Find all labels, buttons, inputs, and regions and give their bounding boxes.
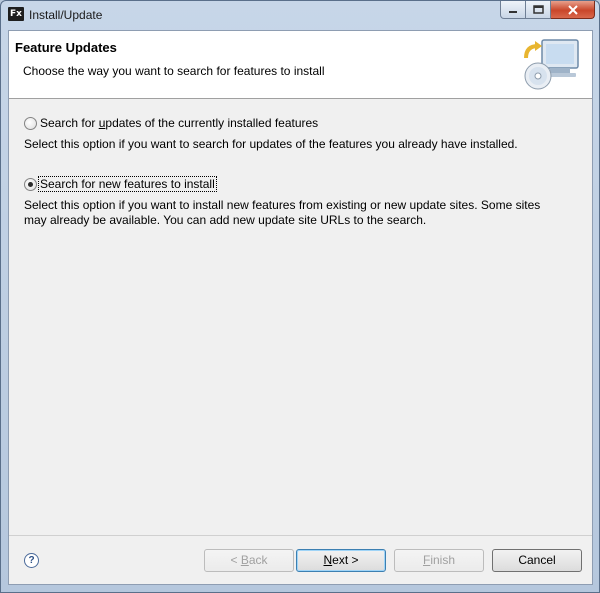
search-new-features-radio[interactable]	[24, 178, 37, 191]
minimize-icon	[509, 10, 517, 13]
title-bar[interactable]: Fx Install/Update	[1, 1, 599, 29]
search-new-features-description: Select this option if you want to instal…	[24, 198, 541, 227]
page-title: Feature Updates	[15, 40, 117, 55]
window-title: Install/Update	[29, 8, 103, 22]
cancel-button[interactable]: Cancel	[492, 549, 582, 572]
window-controls	[500, 1, 595, 21]
install-update-dialog: Fx Install/Update Feature Updates Choose…	[0, 0, 600, 593]
search-updates-description: Select this option if you want to search…	[24, 137, 518, 151]
dialog-content: Feature Updates Choose the way you want …	[8, 30, 593, 585]
page-description: Choose the way you want to search for fe…	[23, 64, 325, 78]
minimize-button[interactable]	[500, 1, 526, 19]
install-update-wizard-icon	[524, 39, 579, 90]
next-button[interactable]: Next >	[296, 549, 386, 572]
help-icon[interactable]: ?	[24, 553, 39, 568]
back-button[interactable]: < Back	[204, 549, 294, 572]
app-icon: Fx	[8, 7, 24, 21]
search-new-features-label[interactable]: Search for new features to install	[38, 176, 217, 192]
search-updates-radio[interactable]	[24, 117, 37, 130]
maximize-icon	[532, 5, 544, 14]
finish-button[interactable]: Finish	[394, 549, 484, 572]
wizard-header: Feature Updates Choose the way you want …	[9, 31, 592, 99]
search-updates-label[interactable]: Search for updates of the currently inst…	[40, 116, 318, 130]
close-icon	[567, 4, 578, 15]
close-button[interactable]	[551, 1, 595, 19]
maximize-button[interactable]	[526, 1, 551, 19]
footer-divider	[9, 535, 592, 536]
